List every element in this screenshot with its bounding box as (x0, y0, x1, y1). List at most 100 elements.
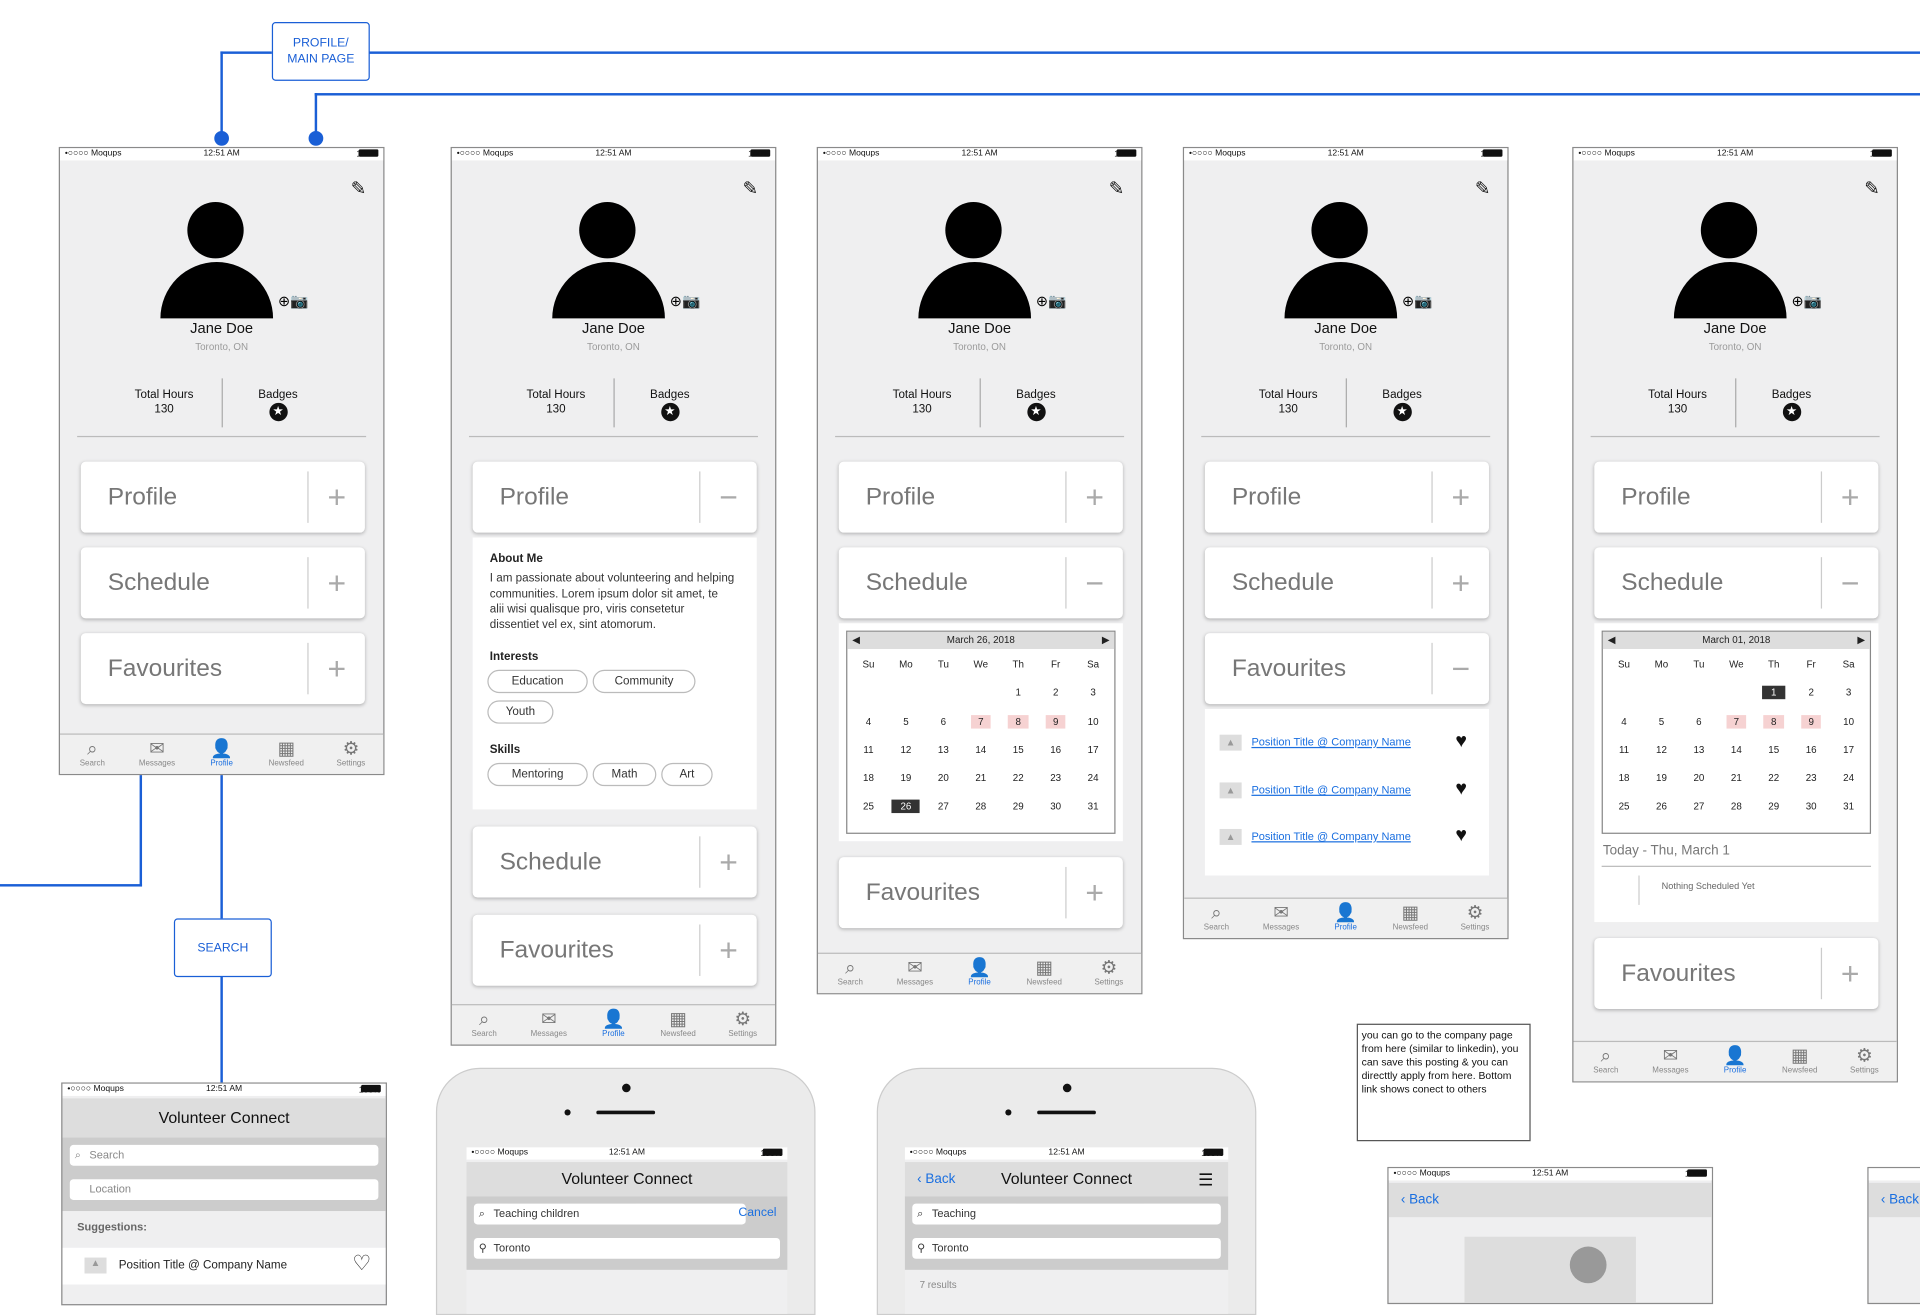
calendar-day[interactable]: 17 (1830, 739, 1867, 768)
calendar[interactable]: ◀ March 26, 2018 ▶ Su Mo Tu We Th Fr Sa 1 2 3 4 5 6 7 8 9… (846, 630, 1116, 834)
calendar-day[interactable]: 21 (1718, 768, 1755, 797)
calendar-day[interactable]: 21 (962, 768, 999, 797)
tab-settings[interactable]: ⚙ Settings (710, 1005, 775, 1044)
filter-icon[interactable]: ☰ (1198, 1162, 1213, 1196)
favourites-section[interactable]: Favourites + (1594, 937, 1879, 1009)
tab-newsfeed[interactable]: ▦ Newsfeed (1378, 899, 1443, 938)
search-input[interactable]: ⌕ Teaching (912, 1203, 1221, 1225)
location-input[interactable]: ⚲ Toronto (473, 1237, 781, 1259)
calendar-day[interactable]: 13 (1680, 739, 1717, 768)
add-photo-icon[interactable]: ⊕📷 (1036, 293, 1067, 310)
favourites-section[interactable]: Favourites + (472, 914, 757, 986)
favourite-item[interactable]: ▲ Position Title @ Company Name ♥ (1219, 731, 1475, 755)
tab-search[interactable]: ⌕ Search (60, 735, 125, 774)
location-input[interactable]: ⚲ Toronto (912, 1237, 1221, 1259)
calendar-day[interactable]: 24 (1830, 768, 1867, 797)
calendar-day[interactable]: 27 (1680, 797, 1717, 826)
calendar-day[interactable]: 3 (1074, 682, 1111, 711)
calendar-day[interactable]: 16 (1792, 739, 1829, 768)
calendar-day[interactable]: 3 (1830, 682, 1867, 711)
calendar-day[interactable]: 11 (850, 739, 887, 768)
calendar-day[interactable]: 30 (1792, 797, 1829, 826)
add-photo-icon[interactable]: ⊕📷 (1402, 293, 1433, 310)
interest-chip[interactable]: Community (592, 669, 696, 694)
interest-chip[interactable]: Youth (487, 700, 554, 724)
calendar-day[interactable]: 16 (1037, 739, 1074, 768)
calendar-day[interactable]: 15 (1000, 739, 1037, 768)
calendar-day[interactable]: 23 (1792, 768, 1829, 797)
calendar-day[interactable]: 30 (1037, 797, 1074, 826)
favourites-section[interactable]: Favourites + (838, 857, 1123, 929)
tab-search[interactable]: ⌕ Search (1573, 1042, 1638, 1081)
calendar-day[interactable]: 27 (925, 797, 962, 826)
schedule-section[interactable]: Schedule − (1594, 547, 1879, 619)
calendar-day[interactable]: 19 (887, 768, 924, 797)
calendar-day[interactable]: 25 (1605, 797, 1642, 826)
edit-icon[interactable]: ✎ (743, 178, 758, 200)
calendar-day[interactable]: 26 (1643, 797, 1680, 826)
add-photo-icon[interactable]: ⊕📷 (278, 293, 309, 310)
profile-section[interactable]: Profile + (838, 461, 1123, 533)
calendar-day[interactable]: 12 (887, 739, 924, 768)
edit-icon[interactable]: ✎ (1475, 178, 1490, 200)
add-photo-icon[interactable]: ⊕📷 (670, 293, 701, 310)
tab-settings[interactable]: ⚙ Settings (1832, 1042, 1897, 1081)
tab-messages[interactable]: ✉ Messages (1249, 899, 1314, 938)
calendar-day[interactable]: 20 (925, 768, 962, 797)
calendar[interactable]: ◀ March 01, 2018 ▶ Su Mo Tu We Th Fr Sa 1 2 3 4 5 6 7 8 9… (1601, 630, 1872, 834)
calendar-day[interactable]: 7 (1718, 711, 1755, 740)
profile-section[interactable]: Profile + (1204, 461, 1489, 533)
skill-chip[interactable]: Math (592, 762, 657, 787)
tab-messages[interactable]: ✉ Messages (516, 1005, 581, 1044)
calendar-day[interactable]: 5 (887, 711, 924, 740)
tab-search[interactable]: ⌕ Search (1184, 899, 1249, 938)
profile-section[interactable]: Profile + (80, 461, 365, 533)
calendar-day[interactable]: 8 (1755, 711, 1792, 740)
tab-newsfeed[interactable]: ▦ Newsfeed (254, 735, 319, 774)
calendar-day[interactable]: 7 (962, 711, 999, 740)
back-button[interactable]: ‹ Back (1881, 1183, 1919, 1217)
tab-profile[interactable]: 👤 Profile (1313, 899, 1378, 938)
calendar-day[interactable]: 17 (1074, 739, 1111, 768)
calendar-day[interactable]: 28 (962, 797, 999, 826)
tab-newsfeed[interactable]: ▦ Newsfeed (1767, 1042, 1832, 1081)
calendar-day[interactable]: 31 (1830, 797, 1867, 826)
favourite-item[interactable]: ▲ Position Title @ Company Name ♥ (1219, 779, 1475, 803)
favourite-item[interactable]: ▲ Position Title @ Company Name ♥ (1219, 825, 1475, 849)
calendar-day[interactable]: 6 (925, 711, 962, 740)
calendar-day[interactable]: 28 (1718, 797, 1755, 826)
skill-chip[interactable]: Mentoring (487, 762, 588, 787)
tab-newsfeed[interactable]: ▦ Newsfeed (1012, 954, 1077, 993)
calendar-day[interactable]: 10 (1074, 711, 1111, 740)
tab-messages[interactable]: ✉ Messages (883, 954, 948, 993)
calendar-day[interactable]: 5 (1643, 711, 1680, 740)
tab-profile[interactable]: 👤 Profile (189, 735, 254, 774)
calendar-day[interactable]: 18 (850, 768, 887, 797)
calendar-day[interactable]: 19 (1643, 768, 1680, 797)
tab-search[interactable]: ⌕ Search (452, 1005, 517, 1044)
calendar-day[interactable]: 9 (1037, 711, 1074, 740)
calendar-day[interactable]: 11 (1605, 739, 1642, 768)
skill-chip[interactable]: Art (661, 762, 713, 787)
edit-icon[interactable]: ✎ (1109, 178, 1124, 200)
calendar-day[interactable]: 14 (1718, 739, 1755, 768)
calendar-day[interactable]: 22 (1755, 768, 1792, 797)
search-input[interactable]: ⌕ Teaching children (473, 1203, 746, 1225)
tab-profile[interactable]: 👤 Profile (947, 954, 1012, 993)
tab-settings[interactable]: ⚙ Settings (319, 735, 384, 774)
calendar-day[interactable]: 13 (925, 739, 962, 768)
tab-search[interactable]: ⌕ Search (818, 954, 883, 993)
profile-section[interactable]: Profile + (1594, 461, 1879, 533)
tab-settings[interactable]: ⚙ Settings (1077, 954, 1142, 993)
back-button[interactable]: ‹ Back (1401, 1183, 1439, 1217)
edit-icon[interactable]: ✎ (1864, 178, 1879, 200)
calendar-day[interactable]: 25 (850, 797, 887, 826)
calendar-day[interactable]: 9 (1792, 711, 1829, 740)
tab-profile[interactable]: 👤 Profile (581, 1005, 646, 1044)
edit-icon[interactable]: ✎ (351, 178, 366, 200)
calendar-day[interactable]: 20 (1680, 768, 1717, 797)
search-input[interactable]: ⌕ Search (69, 1144, 379, 1166)
calendar-day[interactable]: 29 (1000, 797, 1037, 826)
calendar-day[interactable]: 29 (1755, 797, 1792, 826)
calendar-day[interactable]: 18 (1605, 768, 1642, 797)
